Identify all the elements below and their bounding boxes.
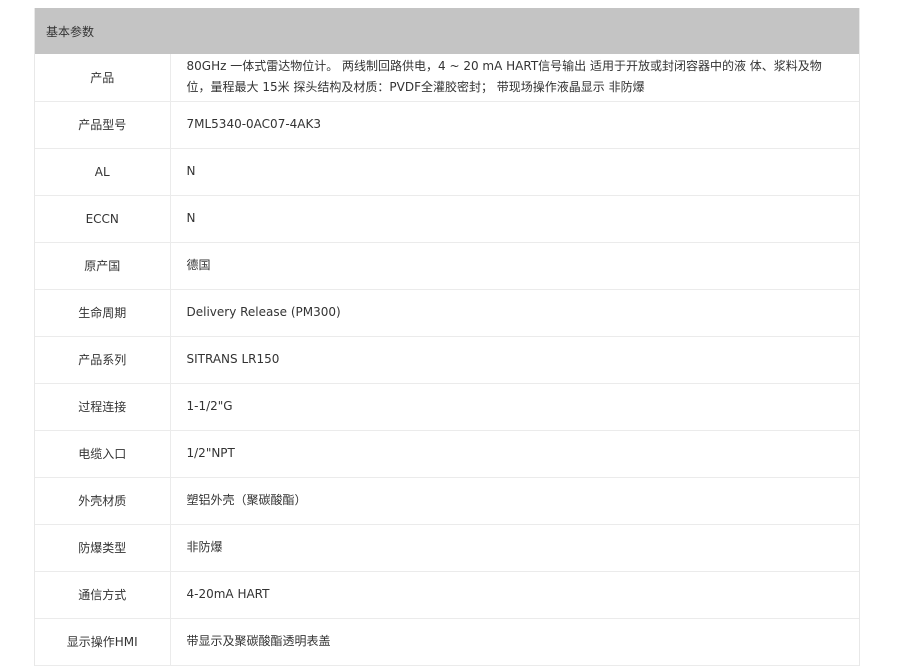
panel-title: 基本参数	[46, 24, 95, 39]
row-label: 电缆入口	[35, 430, 171, 478]
parameters-table: 产品 80GHz 一体式雷达物位计。 两线制回路供电，4 ~ 20 mA HAR…	[35, 54, 859, 666]
row-value: SITRANS LR150	[170, 336, 859, 384]
row-value: 1/2"NPT	[170, 430, 859, 478]
table-row-housing-material: 外壳材质 塑铝外壳（聚碳酸酯）	[35, 477, 859, 525]
row-label: 产品型号	[35, 101, 171, 149]
row-value: 非防爆	[170, 524, 859, 572]
table-row-series: 产品系列 SITRANS LR150	[35, 336, 859, 384]
row-value: 1-1/2"G	[170, 383, 859, 431]
row-label: 通信方式	[35, 571, 171, 619]
row-value: 德国	[170, 242, 859, 290]
table-row-display-hmi: 显示操作HMI 带显示及聚碳酸酯透明表盖	[35, 618, 859, 666]
row-value: 塑铝外壳（聚碳酸酯）	[170, 477, 859, 525]
row-value: 80GHz 一体式雷达物位计。 两线制回路供电，4 ~ 20 mA HART信号…	[170, 54, 859, 102]
row-label: 过程连接	[35, 383, 171, 431]
table-row-origin: 原产国 德国	[35, 242, 859, 290]
row-label: ECCN	[35, 195, 171, 243]
table-row-product: 产品 80GHz 一体式雷达物位计。 两线制回路供电，4 ~ 20 mA HAR…	[35, 54, 859, 102]
table-row-model: 产品型号 7ML5340-0AC07-4AK3	[35, 101, 859, 149]
row-label: 外壳材质	[35, 477, 171, 525]
row-value: 带显示及聚碳酸酯透明表盖	[170, 618, 859, 666]
table-row-process-connection: 过程连接 1-1/2"G	[35, 383, 859, 431]
table-row-communication: 通信方式 4-20mA HART	[35, 571, 859, 619]
row-label: 显示操作HMI	[35, 618, 171, 666]
row-label: AL	[35, 148, 171, 196]
table-row-cable-entry: 电缆入口 1/2"NPT	[35, 430, 859, 478]
table-row-eccn: ECCN N	[35, 195, 859, 243]
row-value: N	[170, 148, 859, 196]
panel-header: 基本参数	[35, 8, 859, 54]
table-row-explosion-protection: 防爆类型 非防爆	[35, 524, 859, 572]
row-label: 产品系列	[35, 336, 171, 384]
basic-parameters-panel: 基本参数 产品 80GHz 一体式雷达物位计。 两线制回路供电，4 ~ 20 m…	[34, 8, 860, 666]
row-value: 4-20mA HART	[170, 571, 859, 619]
row-label: 原产国	[35, 242, 171, 290]
row-value: 7ML5340-0AC07-4AK3	[170, 101, 859, 149]
row-value: Delivery Release (PM300)	[170, 289, 859, 337]
table-row-lifecycle: 生命周期 Delivery Release (PM300)	[35, 289, 859, 337]
row-value: N	[170, 195, 859, 243]
row-label: 防爆类型	[35, 524, 171, 572]
row-label: 产品	[35, 54, 171, 102]
row-label: 生命周期	[35, 289, 171, 337]
table-row-al: AL N	[35, 148, 859, 196]
